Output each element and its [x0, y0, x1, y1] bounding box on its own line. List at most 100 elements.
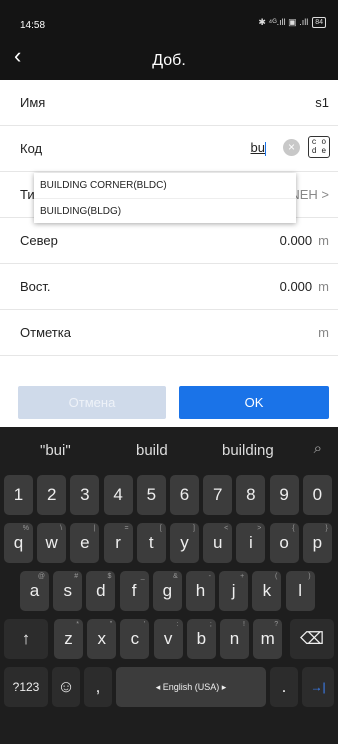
name-value[interactable]: s1 [315, 95, 329, 110]
key-i[interactable]: i > [236, 523, 266, 563]
key-f[interactable]: f _ [119, 571, 149, 611]
key-o[interactable]: o{ [269, 523, 299, 563]
key-y[interactable]: y] [170, 523, 199, 563]
elevation-row[interactable]: Отметка m [0, 310, 338, 356]
signal-icons: ✱ ⁴ᴳ.ıll ▣ .ıll [258, 17, 309, 27]
key-l[interactable]: l) [285, 571, 315, 611]
key-4[interactable]: 4 [103, 475, 133, 515]
key-j[interactable]: j + [219, 571, 249, 611]
key-hint: ; [209, 621, 212, 628]
key-d[interactable]: d $ [86, 571, 116, 611]
key-t[interactable]: t[ [136, 523, 166, 563]
name-row[interactable]: Имя s1 [0, 80, 338, 126]
key-u[interactable]: u < [203, 523, 233, 563]
key-5[interactable]: 5 [136, 475, 166, 515]
code-suggestion-item[interactable]: BUILDING(BLDG) [34, 198, 296, 223]
key-r[interactable]: r = [103, 523, 133, 563]
key-e[interactable]: e | [70, 523, 100, 563]
key-label: y [180, 533, 189, 552]
type-value[interactable]: NEH > [290, 187, 329, 202]
key-hint: } [325, 525, 328, 532]
key-2[interactable]: 2 [37, 475, 67, 515]
cancel-button[interactable]: Отмена [18, 386, 166, 419]
enter-key[interactable]: →| [302, 667, 334, 707]
key-a[interactable]: a @ [20, 571, 49, 611]
status-icons: ✱ ⁴ᴳ.ıll ▣ .ıll 84 [258, 17, 326, 28]
east-row[interactable]: Вост. 0.000 m [0, 264, 338, 310]
key-label: 9 [279, 485, 289, 504]
dialog-buttons: Отмена OK [0, 380, 338, 427]
code-label: Код [20, 141, 43, 156]
key-8[interactable]: 8 [236, 475, 266, 515]
key-1[interactable]: 1 [4, 475, 33, 515]
key-b[interactable]: b; [186, 619, 216, 659]
key-c[interactable]: c ' [120, 619, 150, 659]
key-m[interactable]: m? [253, 619, 283, 659]
key-label: c [130, 629, 140, 648]
key-label: u [212, 533, 223, 552]
key-n[interactable]: n! [220, 619, 249, 659]
north-number: 0.000 [279, 233, 313, 248]
search-icon[interactable]: ⌕ [314, 440, 322, 457]
east-value[interactable]: 0.000 m [280, 279, 329, 294]
key-p[interactable]: p} [302, 523, 332, 563]
key-label: ☺ [57, 677, 75, 696]
north-value[interactable]: 0.000 m [280, 233, 329, 248]
key-6[interactable]: 6 [170, 475, 199, 515]
space-key[interactable]: ◂ English (USA) ▸ [116, 667, 266, 707]
suggestion-item[interactable]: "bui" [40, 442, 71, 459]
key-label: o [279, 533, 289, 552]
suggestion-item[interactable]: building [222, 442, 274, 459]
key-9[interactable]: 9 [269, 475, 299, 515]
key-label: b [196, 629, 207, 648]
key-label: s [63, 581, 72, 600]
north-row[interactable]: Север 0.000 m [0, 218, 338, 264]
period-key[interactable]: . [270, 667, 298, 707]
key-hint: # [74, 573, 79, 580]
key-s[interactable]: s # [53, 571, 83, 611]
key-label: ◂ English (USA) ▸ [155, 682, 227, 692]
key-label: j [231, 581, 236, 600]
key-k[interactable]: k( [252, 571, 282, 611]
north-label: Север [20, 233, 58, 248]
shift-key[interactable]: ↑ [4, 619, 48, 659]
key-3[interactable]: 3 [70, 475, 100, 515]
code-list-icon[interactable]: c od e [308, 136, 330, 158]
key-hint: | [93, 525, 96, 532]
backspace-key[interactable]: ⌫ [290, 619, 334, 659]
key-0[interactable]: 0 [302, 475, 332, 515]
key-z[interactable]: z * [54, 619, 83, 659]
key-v[interactable]: v: [153, 619, 183, 659]
key-hint: " [109, 621, 113, 628]
key-label: v [163, 629, 173, 648]
key-7[interactable]: 7 [203, 475, 233, 515]
key-h[interactable]: h- [186, 571, 215, 611]
key-label: ?123 [12, 680, 40, 694]
key-hint: ( [275, 573, 278, 580]
key-hint: \ [60, 525, 63, 532]
code-suggestions-dropdown: BUILDING CORNER(BLDC) BUILDING(BLDG) [34, 173, 296, 223]
clear-icon[interactable]: × [283, 139, 300, 156]
key-q[interactable]: q% [4, 523, 33, 563]
soft-keyboard: "bui" build building ⌕ 1 2 3 4 5 6 7 8 9 0 q% w \ e | r… [0, 427, 338, 744]
key-label: h [195, 581, 206, 600]
symbols-key[interactable]: ?123 [4, 667, 48, 707]
emoji-key[interactable]: ☺ [52, 667, 80, 707]
ok-button[interactable]: OK [179, 386, 329, 419]
key-g[interactable]: g & [152, 571, 182, 611]
elevation-value[interactable]: m [312, 325, 329, 340]
text-cursor [265, 141, 266, 156]
code-suggestion-item[interactable]: BUILDING CORNER(BLDC) [34, 173, 296, 198]
code-input[interactable]: bu [251, 140, 266, 156]
status-bar: 14:58 ✱ ⁴ᴳ.ıll ▣ .ıll 84 [0, 0, 338, 37]
key-w[interactable]: w \ [37, 523, 67, 563]
key-hint: + [240, 573, 245, 580]
suggestion-item[interactable]: build [136, 442, 168, 459]
comma-key[interactable]: , [84, 667, 112, 707]
key-hint: @ [37, 573, 45, 580]
key-hint: ) [308, 573, 311, 580]
key-x[interactable]: x " [87, 619, 117, 659]
elevation-label: Отметка [20, 325, 71, 340]
status-time: 14:58 [20, 20, 46, 31]
key-hint: & [173, 573, 178, 580]
